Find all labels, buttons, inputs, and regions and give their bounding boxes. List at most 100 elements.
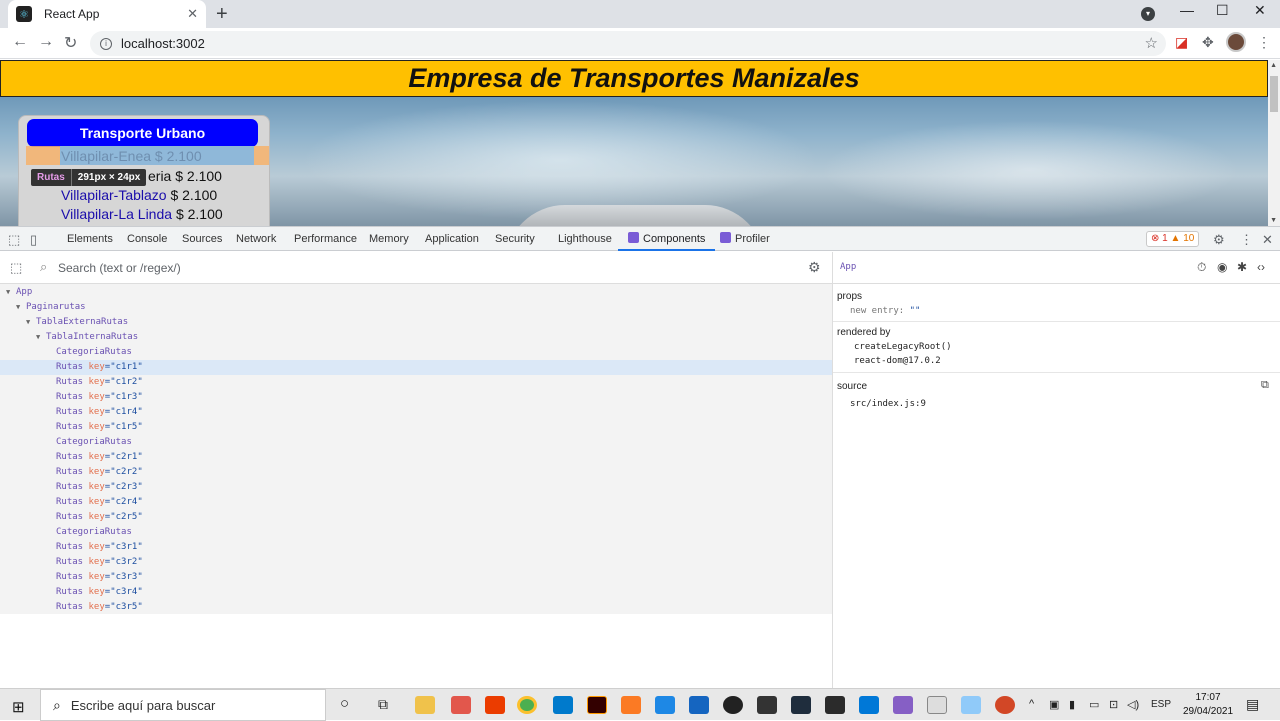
tree-node[interactable]: Rutas key="c3r1": [0, 540, 832, 555]
view-source-icon[interactable]: ‹›: [1257, 260, 1265, 274]
address-bar[interactable]: i localhost:3002 ☆: [90, 31, 1166, 56]
tab-sources[interactable]: Sources: [182, 227, 222, 251]
issues-badge[interactable]: ⊗ 1 ▲ 10: [1146, 231, 1200, 247]
tray-icon[interactable]: ▣: [1049, 698, 1059, 711]
tree-node[interactable]: Rutas key="c1r3": [0, 390, 832, 405]
eye-icon[interactable]: ◉: [1217, 260, 1227, 274]
app-icon[interactable]: [961, 696, 981, 714]
tree-node[interactable]: CategoriaRutas: [0, 345, 832, 360]
bug-icon[interactable]: ✱: [1237, 260, 1247, 274]
illustrator-icon[interactable]: [587, 696, 607, 714]
source-location[interactable]: src/index.js:9: [850, 399, 926, 409]
show-hidden-icons[interactable]: ^: [1029, 698, 1034, 710]
tree-node[interactable]: Rutas key="c2r2": [0, 465, 832, 480]
route-item[interactable]: Villapilar-La Linda $ 2.100: [61, 206, 223, 222]
maximize-button[interactable]: ☐: [1216, 2, 1229, 19]
xbox-icon[interactable]: [723, 696, 743, 714]
tab-search-icon[interactable]: ▾: [1141, 7, 1155, 21]
app-icon[interactable]: [451, 696, 471, 714]
office-icon[interactable]: [485, 696, 505, 714]
windows-start-icon[interactable]: ⊞: [12, 698, 25, 716]
tree-node[interactable]: CategoriaRutas: [0, 435, 832, 450]
tab-components[interactable]: Components: [618, 227, 716, 251]
copy-icon[interactable]: ⧉: [1261, 379, 1269, 392]
devtools-menu-icon[interactable]: ⋮: [1240, 232, 1253, 248]
close-window-button[interactable]: ✕: [1254, 2, 1266, 19]
tree-node[interactable]: CategoriaRutas: [0, 525, 832, 540]
minimize-button[interactable]: —: [1180, 2, 1194, 18]
route-item-partial[interactable]: eria $ 2.100: [148, 168, 222, 184]
close-devtools-icon[interactable]: ✕: [1262, 232, 1273, 248]
forward-icon[interactable]: →: [38, 33, 54, 51]
back-icon[interactable]: ←: [12, 33, 28, 51]
chrome-icon[interactable]: [517, 696, 537, 714]
page-scrollbar[interactable]: ▲ ▼: [1268, 60, 1280, 226]
tree-node[interactable]: Rutas key="c1r2": [0, 375, 832, 390]
tree-node[interactable]: Rutas key="c1r1": [0, 360, 832, 375]
app-icon[interactable]: [859, 696, 879, 714]
browser-menu-icon[interactable]: ⋮: [1257, 34, 1271, 51]
taskbar-clock[interactable]: 17:07 29/04/2021: [1180, 691, 1236, 719]
expand-triangle-icon[interactable]: ▼: [16, 300, 26, 315]
tree-node[interactable]: Rutas key="c3r2": [0, 555, 832, 570]
tree-node[interactable]: Rutas key="c2r3": [0, 480, 832, 495]
browser-tab[interactable]: ⚛ React App ✕: [8, 0, 206, 28]
components-settings-icon[interactable]: ⚙: [808, 259, 821, 276]
tab-elements[interactable]: Elements: [67, 227, 113, 251]
scroll-down-icon[interactable]: ▼: [1270, 217, 1277, 224]
tab-network[interactable]: Network: [236, 227, 276, 251]
stopwatch-icon[interactable]: ⏱: [1197, 260, 1206, 275]
bookmark-star-icon[interactable]: ☆: [1145, 34, 1158, 52]
tree-node[interactable]: ▼ Paginarutas: [0, 300, 832, 315]
tab-application[interactable]: Application: [425, 227, 479, 251]
reload-icon[interactable]: ↻: [64, 33, 77, 53]
prop-entry[interactable]: new entry: "": [850, 306, 920, 316]
tab-performance[interactable]: Performance: [294, 227, 357, 251]
tree-node[interactable]: ▼ App: [0, 285, 832, 300]
tree-node[interactable]: Rutas key="c3r4": [0, 585, 832, 600]
close-tab-icon[interactable]: ✕: [187, 6, 198, 22]
cortana-icon[interactable]: ○: [340, 695, 349, 712]
app-icon[interactable]: [689, 696, 709, 714]
tab-profiler[interactable]: Profiler: [720, 227, 770, 251]
tree-node[interactable]: Rutas key="c1r4": [0, 405, 832, 420]
tree-node[interactable]: ▼ TablaExternaRutas: [0, 315, 832, 330]
select-element-icon[interactable]: ⬚: [10, 260, 22, 276]
extension-chart-icon[interactable]: ◪: [1175, 34, 1188, 51]
vscode-icon[interactable]: [553, 696, 573, 714]
device-toolbar-icon[interactable]: ▯: [30, 232, 37, 248]
app-icon[interactable]: [791, 696, 811, 714]
language-indicator[interactable]: ESP: [1151, 699, 1171, 710]
file-explorer-icon[interactable]: [415, 696, 435, 714]
powerpoint-icon[interactable]: [995, 696, 1015, 714]
app-icon[interactable]: [927, 696, 947, 714]
tab-security[interactable]: Security: [495, 227, 535, 251]
microphone-icon[interactable]: ▮: [1069, 698, 1075, 711]
app-icon[interactable]: [825, 696, 845, 714]
tree-node[interactable]: Rutas key="c2r5": [0, 510, 832, 525]
inspect-element-icon[interactable]: ⬚: [8, 232, 20, 248]
component-search-input[interactable]: [58, 256, 758, 280]
scrollbar-thumb[interactable]: [1270, 76, 1278, 112]
tree-node[interactable]: Rutas key="c2r4": [0, 495, 832, 510]
tab-memory[interactable]: Memory: [369, 227, 409, 251]
app-icon[interactable]: [655, 696, 675, 714]
settings-gear-icon[interactable]: ⚙: [1213, 232, 1225, 248]
profile-avatar[interactable]: [1226, 32, 1246, 52]
volume-icon[interactable]: ◁): [1127, 698, 1139, 711]
store-icon[interactable]: [757, 696, 777, 714]
task-view-icon[interactable]: ⧉: [378, 696, 388, 713]
taskbar-search[interactable]: ⌕ Escribe aquí para buscar: [40, 689, 326, 721]
route-item[interactable]: Villapilar-Tablazo $ 2.100: [61, 187, 217, 203]
tree-node[interactable]: Rutas key="c1r5": [0, 420, 832, 435]
extensions-puzzle-icon[interactable]: ✥: [1202, 34, 1214, 51]
scroll-up-icon[interactable]: ▲: [1270, 62, 1277, 69]
tree-node[interactable]: ▼ TablaInternaRutas: [0, 330, 832, 345]
route-item[interactable]: Villapilar-Enea $ 2.100: [61, 148, 202, 164]
new-tab-button[interactable]: +: [216, 3, 228, 26]
info-icon[interactable]: i: [100, 37, 112, 50]
expand-triangle-icon[interactable]: ▼: [26, 315, 36, 330]
tab-lighthouse[interactable]: Lighthouse: [558, 227, 612, 251]
expand-triangle-icon[interactable]: ▼: [6, 285, 16, 300]
visual-studio-icon[interactable]: [893, 696, 913, 714]
